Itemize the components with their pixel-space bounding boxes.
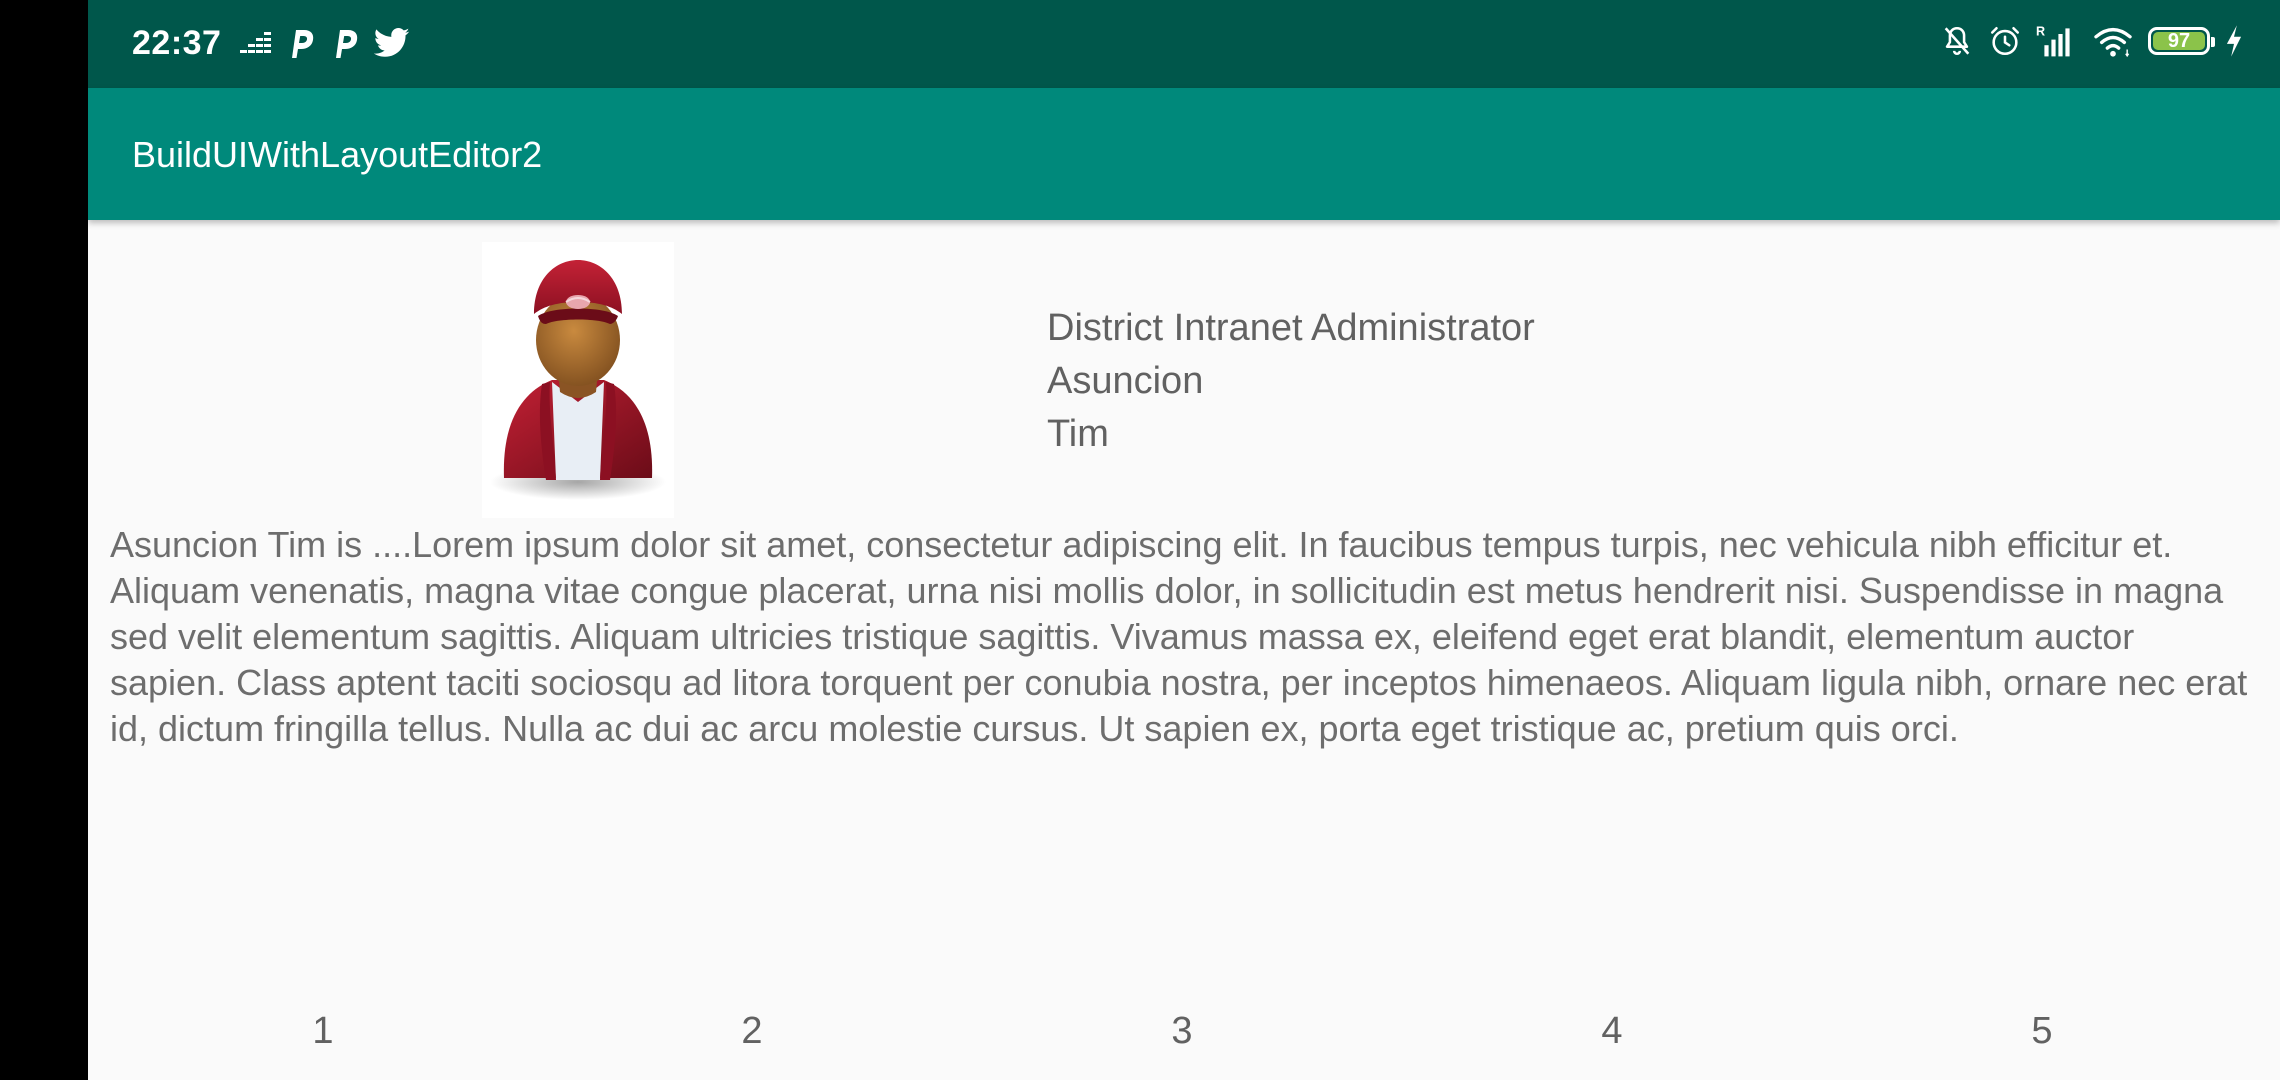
parking-p-icon [336,30,358,58]
system-icons: R 97 [1940,24,2244,58]
battery-level: 97 [2167,29,2191,52]
profile-first-name: Tim [1047,413,1109,455]
status-time: 22:37 [132,24,222,62]
muted-bell-icon [1944,26,1970,55]
profile-last-name: Asuncion [1047,360,1204,402]
charging-bolt-icon [2226,25,2242,57]
screen-cutout-area [0,0,88,1080]
page-number-5[interactable]: 5 [2031,1010,2052,1053]
page-number-2[interactable]: 2 [741,1010,762,1053]
battery-indicator: 97 [2148,27,2215,55]
svg-text:R: R [2036,24,2045,38]
app-title: BuildUIWithLayoutEditor2 [132,134,543,175]
page-number-3[interactable]: 3 [1171,1010,1192,1053]
wifi-icon [2094,27,2132,58]
profile-bio: Asuncion Tim is ....Lorem ipsum dolor si… [110,524,2248,749]
parking-p-icon [292,30,314,58]
user-avatar-icon [490,260,666,500]
app-toolbar: BuildUIWithLayoutEditor2 [88,88,2280,220]
battery-nub [2211,37,2215,47]
profile-info: District Intranet Administrator Asuncion… [1047,302,1535,461]
page-number-4[interactable]: 4 [1601,1010,1622,1053]
user-avatar-image [482,242,674,518]
twitter-icon [374,28,410,57]
signal-roaming-icon: R [2036,24,2070,57]
profile-role: District Intranet Administrator [1047,307,1535,349]
app-screen: 22:37 R 97 BuildUIWithLayoutEditor2 Dist… [88,0,2280,1080]
notification-icons [238,26,410,60]
deezer-icon [240,32,271,53]
status-bar: 22:37 R 97 [88,0,2280,88]
page-number-1[interactable]: 1 [312,1010,333,1053]
alarm-icon [1990,26,2020,56]
page-number-bar: 1 2 3 4 5 [88,1010,2280,1060]
